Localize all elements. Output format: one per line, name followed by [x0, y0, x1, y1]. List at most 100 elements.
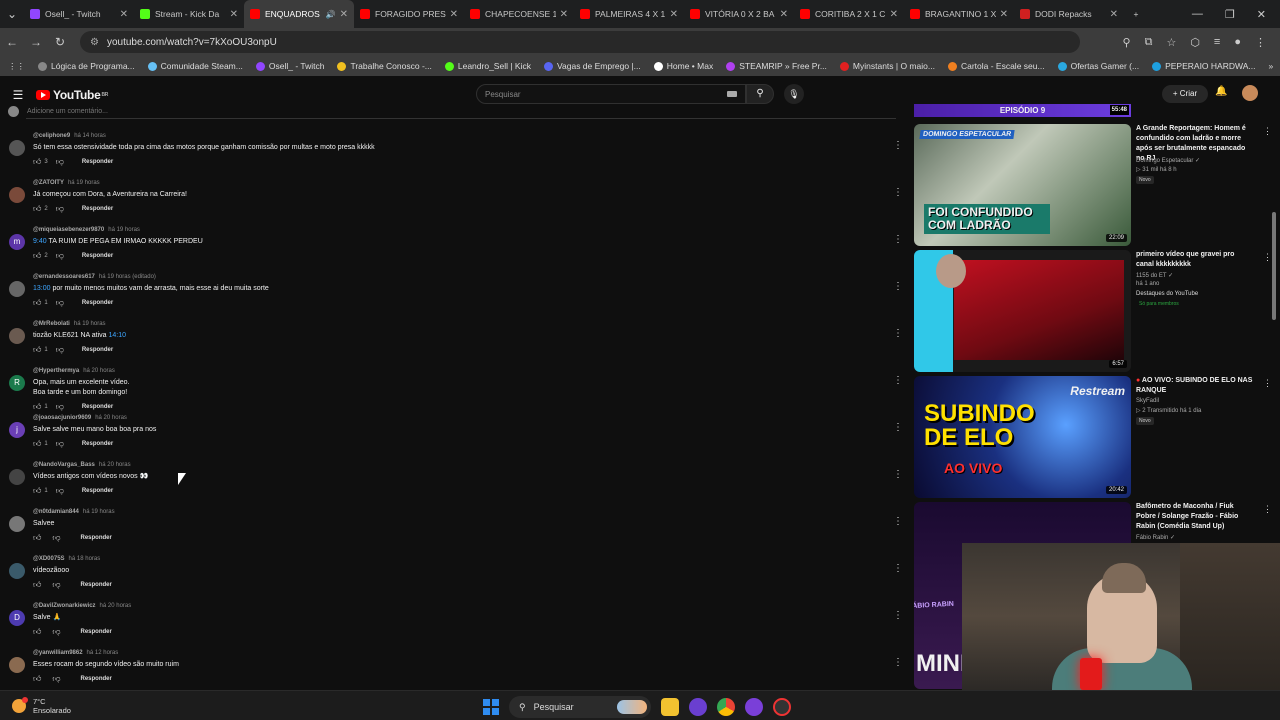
- dislike-icon[interactable]: 👎︎: [56, 345, 64, 355]
- bookmark-item[interactable]: STEAMRIP » Free Pr...: [726, 61, 827, 71]
- comment-time[interactable]: há 20 horas: [100, 603, 132, 609]
- like-icon[interactable]: 👍︎: [33, 533, 41, 543]
- comment-avatar[interactable]: [9, 563, 25, 579]
- zoom-icon[interactable]: ⚲: [1123, 36, 1131, 49]
- bookmark-star-icon[interactable]: ☆: [1166, 36, 1176, 49]
- browser-tab[interactable]: CORITIBA 2 X 1 C ✕: [794, 0, 904, 28]
- more-bookmarks-icon[interactable]: »: [1268, 61, 1273, 71]
- comment-avatar[interactable]: [9, 328, 25, 344]
- video-title[interactable]: Bafômetro de Maconha / Fiuk Pobre / Sola…: [1136, 502, 1254, 532]
- dislike-icon[interactable]: 👎︎: [52, 533, 60, 543]
- reply-button[interactable]: Responder: [81, 629, 112, 635]
- bookmark-item[interactable]: Comunidade Steam...: [147, 61, 243, 71]
- comment-menu-icon[interactable]: ⋮: [893, 187, 903, 198]
- minimize-icon[interactable]: —: [1192, 8, 1203, 21]
- reload-icon[interactable]: ↻: [48, 35, 72, 49]
- dislike-icon[interactable]: 👎︎: [52, 627, 60, 637]
- video-thumbnail[interactable]: 6:57: [914, 250, 1131, 372]
- like-icon[interactable]: 👍︎: [33, 157, 41, 167]
- comment-timestamp-link[interactable]: 14:10: [109, 332, 127, 339]
- dislike-icon[interactable]: 👎︎: [56, 486, 64, 496]
- bookmark-item[interactable]: Osell_ - Twitch: [255, 61, 324, 71]
- comment-menu-icon[interactable]: ⋮: [893, 281, 903, 292]
- browser-tab[interactable]: Osell_ - Twitch ✕: [24, 0, 134, 28]
- comment-avatar[interactable]: [9, 187, 25, 203]
- tab-close-icon[interactable]: ✕: [1000, 9, 1008, 20]
- comment-avatar[interactable]: D: [9, 610, 25, 626]
- discord-icon[interactable]: [745, 698, 763, 716]
- reply-button[interactable]: Responder: [82, 441, 113, 447]
- browser-tab[interactable]: ENQUADROS 🔊 ✕: [244, 0, 354, 28]
- episode-banner[interactable]: EPISÓDIO 9 55:48: [914, 104, 1131, 117]
- bookmark-item[interactable]: Myinstants | O maio...: [839, 61, 935, 71]
- browser-tab[interactable]: DODI Repacks ✕: [1014, 0, 1124, 28]
- comment-menu-icon[interactable]: ⋮: [893, 657, 903, 668]
- comment-menu-icon[interactable]: ⋮: [893, 328, 903, 339]
- youtube-logo[interactable]: YouTube BR: [36, 88, 108, 102]
- comment-author[interactable]: @celiphone9 há 14 horas: [33, 133, 106, 139]
- like-icon[interactable]: 👍︎: [33, 345, 41, 355]
- account-avatar[interactable]: [1242, 85, 1258, 101]
- taskbar-search[interactable]: ⚲ Pesquisar: [509, 696, 651, 718]
- extensions-icon[interactable]: ⬡: [1190, 36, 1200, 49]
- reply-button[interactable]: Responder: [82, 488, 113, 494]
- tab-audio-icon[interactable]: 🔊: [326, 10, 336, 19]
- comment-avatar[interactable]: [9, 657, 25, 673]
- comment-author[interactable]: @DavilZwonarkiewicz há 20 horas: [33, 603, 131, 609]
- comment-author[interactable]: @ZATOITY há 19 horas: [33, 180, 100, 186]
- chrome-icon[interactable]: [717, 698, 735, 716]
- restore-icon[interactable]: ❐: [1225, 8, 1235, 21]
- comment-menu-icon[interactable]: ⋮: [893, 469, 903, 480]
- video-channel[interactable]: Fábio Rabin ✓: [1136, 534, 1175, 541]
- comment-avatar[interactable]: m: [9, 234, 25, 250]
- video-title[interactable]: primeiro vídeo que gravei pro canal kkkk…: [1136, 250, 1254, 270]
- video-title[interactable]: ● AO VIVO: SUBINDO DE ELO NAS RANQUE: [1136, 376, 1254, 396]
- comment-handle[interactable]: @yanwilliam9862: [33, 650, 83, 656]
- comment-time[interactable]: há 12 horas: [87, 650, 119, 656]
- windows-start-icon[interactable]: [483, 699, 499, 715]
- like-icon[interactable]: 👍︎: [33, 251, 41, 261]
- comment-handle[interactable]: @ZATOITY: [33, 180, 64, 186]
- address-bar[interactable]: ⚙ youtube.com/watch?v=7kXoOU3onpU: [80, 31, 1080, 53]
- dislike-icon[interactable]: 👎︎: [56, 157, 64, 167]
- app-icon[interactable]: [689, 698, 707, 716]
- comment-time[interactable]: há 20 horas: [95, 415, 127, 421]
- browser-tab[interactable]: CHAPECOENSE 1 ✕: [464, 0, 574, 28]
- search-input[interactable]: Pesquisar: [476, 84, 746, 104]
- bookmark-item[interactable]: Home • Max: [653, 61, 713, 71]
- site-info-icon[interactable]: ⚙: [90, 37, 99, 48]
- comment-menu-icon[interactable]: ⋮: [893, 563, 903, 574]
- video-menu-icon[interactable]: ⋮: [1263, 378, 1272, 389]
- tab-list-icon[interactable]: ⌄: [0, 7, 24, 21]
- browser-tab[interactable]: PALMEIRAS 4 X 1 ✕: [574, 0, 684, 28]
- obs-icon[interactable]: [773, 698, 791, 716]
- comment-avatar[interactable]: [9, 469, 25, 485]
- tab-close-icon[interactable]: ✕: [120, 9, 128, 20]
- tab-close-icon[interactable]: ✕: [670, 9, 678, 20]
- comment-avatar[interactable]: j: [9, 422, 25, 438]
- comment-author[interactable]: @n0tdamian844 há 19 horas: [33, 509, 115, 515]
- browser-tab[interactable]: BRAGANTINO 1 X ✕: [904, 0, 1014, 28]
- comment-menu-icon[interactable]: ⋮: [893, 516, 903, 527]
- comment-time[interactable]: há 19 horas: [68, 180, 100, 186]
- dislike-icon[interactable]: 👎︎: [56, 204, 64, 214]
- dislike-icon[interactable]: 👎︎: [56, 402, 64, 412]
- dislike-icon[interactable]: 👎︎: [56, 251, 64, 261]
- dislike-icon[interactable]: 👎︎: [52, 674, 60, 684]
- video-thumbnail[interactable]: Restream SUBINDO DE ELO AO VIVO 20:42: [914, 376, 1131, 498]
- dislike-icon[interactable]: 👎︎: [56, 439, 64, 449]
- comment-avatar[interactable]: [9, 140, 25, 156]
- dislike-icon[interactable]: 👎︎: [52, 580, 60, 590]
- video-thumbnail[interactable]: DOMINGO ESPETACULAR FOI CONFUNDIDO COM L…: [914, 124, 1131, 246]
- reply-button[interactable]: Responder: [82, 404, 113, 410]
- comment-handle[interactable]: @XD0075S: [33, 556, 65, 562]
- tab-close-icon[interactable]: ✕: [1110, 9, 1118, 20]
- comment-time[interactable]: há 19 horas: [83, 509, 115, 515]
- create-button[interactable]: + Criar: [1162, 85, 1208, 103]
- bookmark-item[interactable]: Leandro_Sell | Kick: [444, 61, 531, 71]
- comment-handle[interactable]: @MrRebolati: [33, 321, 70, 327]
- comment-author[interactable]: @XD0075S há 18 horas: [33, 556, 100, 562]
- bookmark-item[interactable]: Vagas de Emprego |...: [543, 61, 641, 71]
- reply-button[interactable]: Responder: [81, 676, 112, 682]
- like-icon[interactable]: 👍︎: [33, 580, 41, 590]
